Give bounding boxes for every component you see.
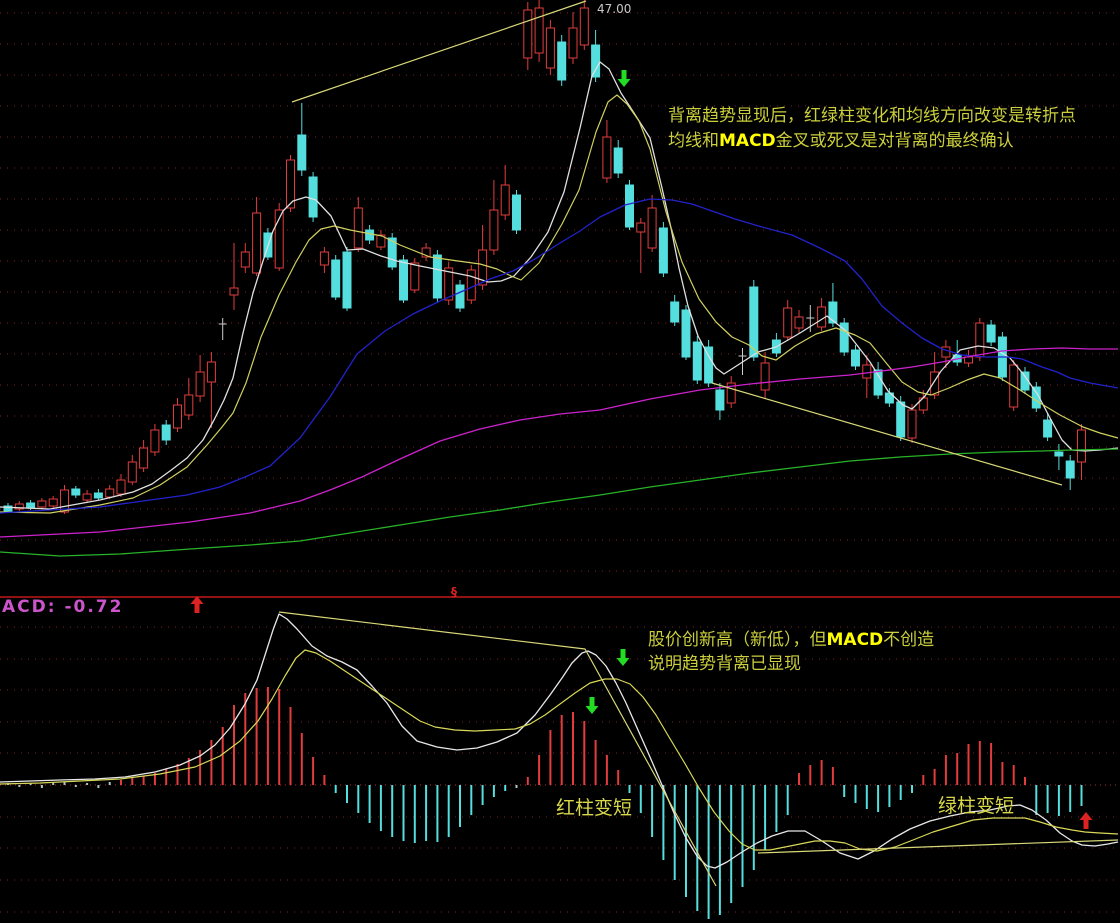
ma-magenta [0, 348, 1118, 537]
macd-annotation-line2: 说明趋势背离已显现 [648, 654, 801, 674]
candle-body [535, 8, 543, 53]
macd-value-label: ACD: -0.72 [2, 597, 123, 617]
candle-body [185, 395, 193, 415]
candle-body [682, 310, 690, 357]
candle-body [908, 410, 916, 438]
candle-body [1044, 420, 1052, 437]
candle-body [151, 430, 159, 452]
candle-body [162, 425, 170, 440]
candle-body [117, 480, 125, 494]
candle-body [648, 208, 656, 248]
ma-green [0, 449, 1118, 556]
down-arrow-icon [617, 649, 630, 666]
candle-body [253, 213, 261, 273]
red-bars-shrink-label: 红柱变短 [556, 797, 632, 819]
candle-body [1078, 430, 1086, 462]
ma-white [0, 62, 1118, 509]
candle-body [659, 228, 667, 273]
candle-body [976, 323, 984, 357]
candle-body [580, 8, 588, 45]
candle-body [230, 288, 238, 295]
candle-body [94, 493, 102, 498]
candle-body [309, 177, 317, 217]
macd-dea-line [0, 650, 1118, 851]
candle-body [27, 503, 35, 508]
candle-body [784, 308, 792, 337]
candle-body [546, 28, 554, 68]
candle-body [298, 135, 306, 170]
candle-body [603, 137, 611, 178]
candle-body [241, 252, 249, 267]
candle-body [400, 260, 408, 300]
candle-body [332, 260, 340, 297]
candle-body [761, 363, 769, 390]
candle-body [49, 499, 57, 506]
macd-panel[interactable] [0, 612, 1118, 919]
top-annotation-line2: 均线和MACD金叉或死叉是对背离的最终确认 [668, 131, 1014, 151]
candle-body [569, 28, 577, 58]
price-peak-label: 47.00 [597, 2, 631, 16]
macd-histogram-layer [8, 687, 1082, 919]
candle-body [558, 42, 566, 80]
candle-body [614, 148, 622, 173]
candle-body [716, 390, 724, 410]
candle-body [320, 252, 328, 265]
candle-body [467, 270, 475, 300]
price-trendlines-layer [292, 1, 1062, 485]
price-macd-chart[interactable]: 47.00 背离趋势显现后，红绿柱变化和均线方向改变是转折点 均线和MACD金叉… [0, 0, 1120, 923]
down-arrow-icon [586, 697, 599, 714]
candle-body [1055, 452, 1063, 456]
candle-body [513, 195, 521, 230]
candle-body [174, 405, 182, 428]
up-arrow-icon [191, 596, 204, 613]
up-arrow-icon [1080, 812, 1093, 829]
macd-dif-line [0, 614, 1118, 868]
candle-body [456, 285, 464, 308]
candle-body [501, 185, 509, 215]
candle-body [411, 263, 419, 290]
candle-body [106, 489, 114, 497]
candle-body [795, 317, 803, 328]
trading-app-window: 47.00 背离趋势显现后，红绿柱变化和均线方向改变是转折点 均线和MACD金叉… [0, 0, 1120, 923]
candle-body [1066, 461, 1074, 478]
candle-body [863, 365, 871, 378]
section-marker: § [451, 585, 457, 599]
candle-body [852, 350, 860, 366]
candle-body [705, 347, 713, 383]
macd-highlight-word: MACD [719, 131, 776, 151]
candle-body [433, 255, 441, 298]
candle-body [83, 494, 91, 500]
candle-body [897, 402, 905, 437]
ma-yellow [0, 95, 1118, 513]
candle-body [637, 223, 645, 232]
green-bars-shrink-label: 绿柱变短 [938, 795, 1014, 817]
candle-body [128, 462, 136, 482]
candle-body [196, 372, 204, 396]
candle-body [343, 252, 351, 308]
candle-body [490, 210, 498, 250]
candle-body [140, 448, 148, 468]
candle-body [987, 325, 995, 342]
candle-body [592, 45, 600, 77]
candle-body [874, 370, 882, 395]
candles-layer [4, 0, 1086, 514]
candlestick-panel[interactable] [0, 0, 1118, 556]
candle-body [524, 10, 532, 58]
candle-body [693, 342, 701, 380]
candle-body [38, 501, 46, 507]
candle-body [942, 347, 950, 357]
down-arrow-icon [618, 70, 631, 87]
candle-body [207, 362, 215, 382]
arrows-layer [191, 70, 1093, 829]
candle-body [671, 302, 679, 322]
candle-body [72, 489, 80, 495]
macd-annotation-line1: 股价创新高（新低），但MACD不创造 [648, 630, 934, 650]
candle-body [626, 185, 634, 227]
macd-highlight-word: MACD [827, 630, 884, 650]
candle-body [366, 230, 374, 240]
candle-body [354, 208, 362, 248]
top-annotation-line1: 背离趋势显现后，红绿柱变化和均线方向改变是转折点 [668, 106, 1076, 126]
macd-lines-layer [0, 614, 1118, 868]
